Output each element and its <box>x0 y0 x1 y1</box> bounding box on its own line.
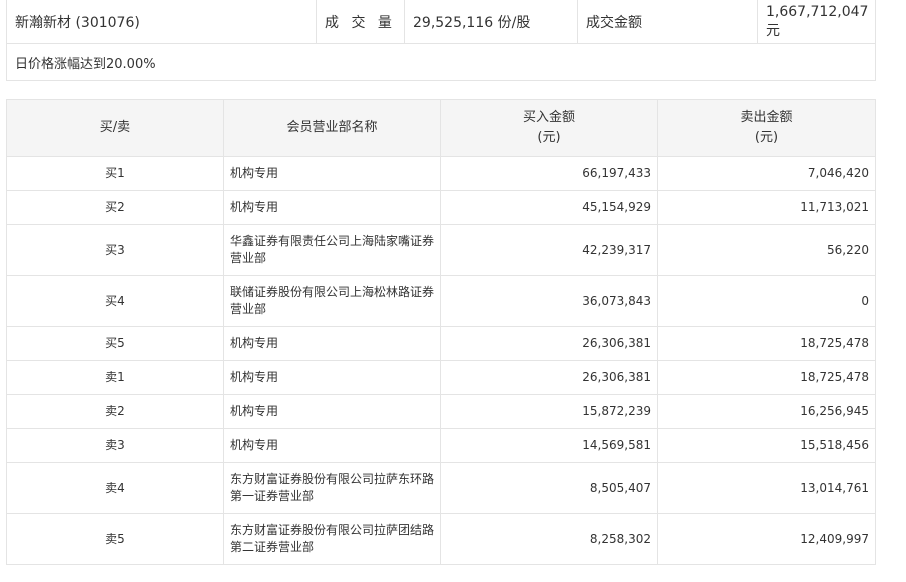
buy-amount-cell: 26,306,381 <box>440 326 658 361</box>
branch-cell: 华鑫证券有限责任公司上海陆家嘴证券营业部 <box>223 224 441 276</box>
header-buy-amount: 买入金额 (元) <box>440 99 658 157</box>
side-cell: 卖1 <box>6 360 224 395</box>
amount-label: 成交金额 <box>577 0 758 44</box>
branch-cell: 机构专用 <box>223 428 441 463</box>
branch-cell: 机构专用 <box>223 156 441 191</box>
sell-amount-cell: 0 <box>657 275 876 327</box>
sell-amount-cell: 15,518,456 <box>657 428 876 463</box>
branch-cell: 机构专用 <box>223 326 441 361</box>
sell-amount-cell: 16,256,945 <box>657 394 876 429</box>
price-change-note: 日价格涨幅达到20.00% <box>6 43 876 81</box>
sell-amount-cell: 56,220 <box>657 224 876 276</box>
summary-note-row: 日价格涨幅达到20.00% <box>6 43 876 81</box>
branch-cell: 东方财富证券股份有限公司拉萨东环路第一证券营业部 <box>223 462 441 514</box>
buy-amount-cell: 42,239,317 <box>440 224 658 276</box>
table-row: 买5 机构专用 26,306,381 18,725,478 <box>6 326 876 361</box>
table-header-row: 买/卖 会员营业部名称 买入金额 (元) 卖出金额 (元) <box>6 99 876 157</box>
buy-amount-cell: 26,306,381 <box>440 360 658 395</box>
branch-cell: 机构专用 <box>223 190 441 225</box>
header-buy-unit: (元) <box>537 130 561 145</box>
table-row: 卖3 机构专用 14,569,581 15,518,456 <box>6 428 876 463</box>
volume-value: 29,525,116 份/股 <box>404 0 578 44</box>
table-row: 卖5 东方财富证券股份有限公司拉萨团结路第二证券营业部 8,258,302 12… <box>6 513 876 565</box>
stock-name: 新瀚新材 (301076) <box>6 0 317 44</box>
sell-amount-cell: 18,725,478 <box>657 326 876 361</box>
buy-amount-cell: 45,154,929 <box>440 190 658 225</box>
sell-amount-cell: 13,014,761 <box>657 462 876 514</box>
sell-amount-cell: 18,725,478 <box>657 360 876 395</box>
trading-table: 买/卖 会员营业部名称 买入金额 (元) 卖出金额 (元) 买1 机构专用 66… <box>6 99 876 565</box>
header-buy-label: 买入金额 <box>522 110 575 125</box>
buy-amount-cell: 15,872,239 <box>440 394 658 429</box>
branch-cell: 机构专用 <box>223 360 441 395</box>
summary-row: 新瀚新材 (301076) 成 交 量 29,525,116 份/股 成交金额 … <box>6 0 876 44</box>
side-cell: 买3 <box>6 224 224 276</box>
sell-amount-cell: 12,409,997 <box>657 513 876 565</box>
branch-cell: 机构专用 <box>223 394 441 429</box>
buy-amount-cell: 66,197,433 <box>440 156 658 191</box>
side-cell: 卖4 <box>6 462 224 514</box>
side-cell: 卖3 <box>6 428 224 463</box>
buy-amount-cell: 8,505,407 <box>440 462 658 514</box>
buy-amount-cell: 36,073,843 <box>440 275 658 327</box>
header-side: 买/卖 <box>6 99 224 157</box>
table-row: 买3 华鑫证券有限责任公司上海陆家嘴证券营业部 42,239,317 56,22… <box>6 224 876 276</box>
side-cell: 卖2 <box>6 394 224 429</box>
volume-label: 成 交 量 <box>316 0 405 44</box>
header-branch: 会员营业部名称 <box>223 99 441 157</box>
side-cell: 买5 <box>6 326 224 361</box>
header-sell-amount: 卖出金额 (元) <box>657 99 876 157</box>
branch-cell: 东方财富证券股份有限公司拉萨团结路第二证券营业部 <box>223 513 441 565</box>
sell-amount-cell: 7,046,420 <box>657 156 876 191</box>
sell-amount-cell: 11,713,021 <box>657 190 876 225</box>
table-row: 卖1 机构专用 26,306,381 18,725,478 <box>6 360 876 395</box>
table-row: 买4 联储证券股份有限公司上海松林路证券营业部 36,073,843 0 <box>6 275 876 327</box>
header-sell-unit: (元) <box>754 130 779 145</box>
branch-cell: 联储证券股份有限公司上海松林路证券营业部 <box>223 275 441 327</box>
buy-amount-cell: 14,569,581 <box>440 428 658 463</box>
side-cell: 卖5 <box>6 513 224 565</box>
amount-value: 1,667,712,047 元 <box>757 0 876 44</box>
table-row: 卖2 机构专用 15,872,239 16,256,945 <box>6 394 876 429</box>
side-cell: 买2 <box>6 190 224 225</box>
table-row: 买1 机构专用 66,197,433 7,046,420 <box>6 156 876 191</box>
summary-table: 新瀚新材 (301076) 成 交 量 29,525,116 份/股 成交金额 … <box>6 0 876 81</box>
table-row: 买2 机构专用 45,154,929 11,713,021 <box>6 190 876 225</box>
header-sell-label: 卖出金额 <box>740 110 793 125</box>
side-cell: 买1 <box>6 156 224 191</box>
buy-amount-cell: 8,258,302 <box>440 513 658 565</box>
side-cell: 买4 <box>6 275 224 327</box>
table-row: 卖4 东方财富证券股份有限公司拉萨东环路第一证券营业部 8,505,407 13… <box>6 462 876 514</box>
